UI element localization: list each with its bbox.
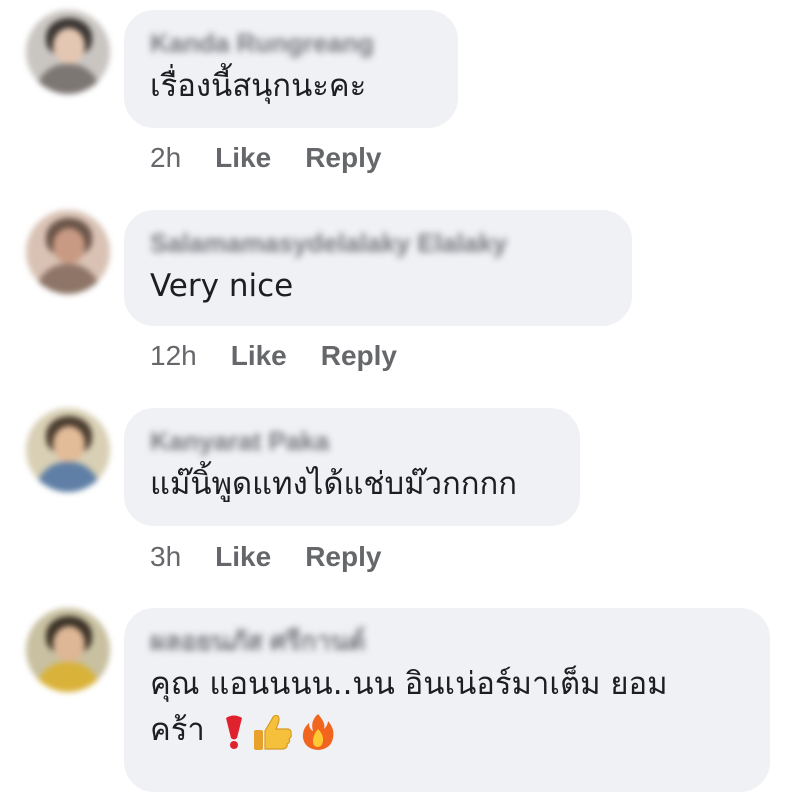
- comment-bubble: Kanda Rungreang เรื่องนี้สนุกนะคะ: [124, 10, 458, 128]
- comment-author[interactable]: Salamamasydelalaky Elalaky: [150, 226, 606, 260]
- thumbs-up-icon: [253, 714, 292, 750]
- avatar[interactable]: [26, 408, 110, 492]
- comment-bubble: ผลอยนภัส ศรีกานต์ คุณ แอนนนน..นน อินเน่อ…: [124, 608, 770, 792]
- comment-text: เรื่องนี้สนุกนะคะ: [150, 68, 367, 104]
- comment-author[interactable]: Kanda Rungreang: [150, 26, 432, 60]
- comment-bubble: Kanyarat Paka แม๊นิ้พูดแทงได้แช่บม๊วกกกก: [124, 408, 580, 526]
- comment-text-word: คร้า: [150, 712, 205, 748]
- comment-meta: 12h Like Reply: [150, 340, 397, 372]
- fire-icon: [302, 713, 334, 750]
- comment-author[interactable]: ผลอยนภัส ศรีกานต์: [150, 624, 744, 658]
- comment-time[interactable]: 3h: [150, 541, 181, 572]
- comment-bubble: Salamamasydelalaky Elalaky Very nice: [124, 210, 632, 326]
- comment-time[interactable]: 2h: [150, 142, 181, 173]
- comment-meta: 3h Like Reply: [150, 541, 381, 573]
- reply-button[interactable]: Reply: [305, 142, 381, 173]
- reply-button[interactable]: Reply: [305, 541, 381, 572]
- comment-text: Very nice: [150, 268, 294, 304]
- emoji-group: [223, 713, 335, 751]
- avatar[interactable]: [26, 608, 110, 692]
- like-button[interactable]: Like: [231, 340, 287, 371]
- like-button[interactable]: Like: [215, 541, 271, 572]
- avatar[interactable]: [26, 210, 110, 294]
- comment-text-line: คร้า: [150, 708, 744, 752]
- reply-button[interactable]: Reply: [321, 340, 397, 371]
- heavy-exclamation-icon: [225, 715, 242, 749]
- comment-meta: 2h Like Reply: [150, 142, 381, 174]
- comment-time[interactable]: 12h: [150, 340, 197, 371]
- comment-text: แม๊นิ้พูดแทงได้แช่บม๊วกกกก: [150, 466, 518, 502]
- comment-text-line: คุณ แอนนนน..นน อินเน่อร์มาเต็ม ยอม: [150, 666, 668, 702]
- avatar[interactable]: [26, 10, 110, 94]
- comment-author[interactable]: Kanyarat Paka: [150, 424, 554, 458]
- like-button[interactable]: Like: [215, 142, 271, 173]
